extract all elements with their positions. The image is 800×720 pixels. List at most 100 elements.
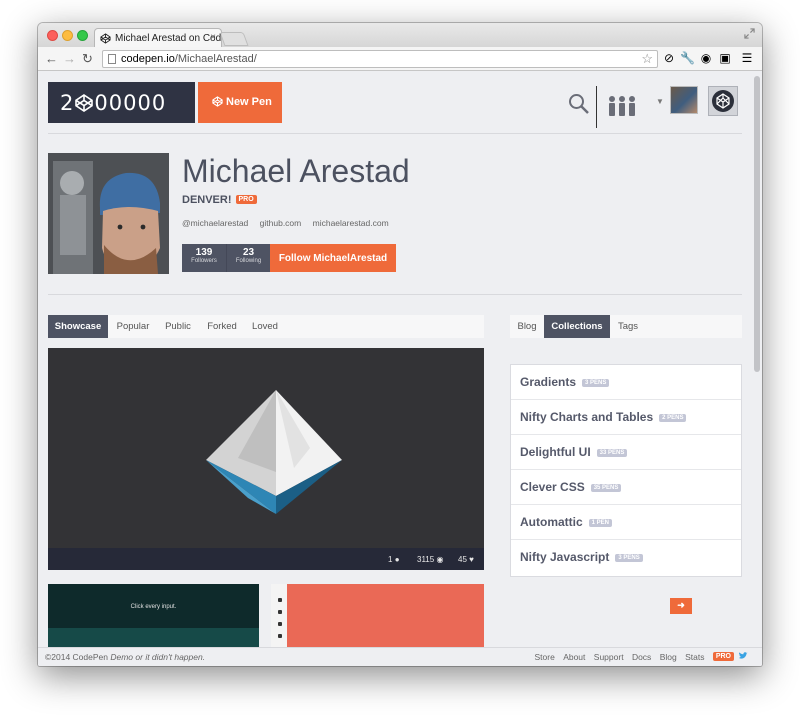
browser-tab[interactable]: Michael Arestad on CodeP × <box>94 28 222 47</box>
followers-stat[interactable]: 139 Followers <box>182 244 226 272</box>
heart-icon: ♥ <box>469 555 474 564</box>
tab-title: Michael Arestad on CodeP <box>115 33 222 44</box>
bookmark-star-icon[interactable]: ☆ <box>641 51 653 67</box>
footer-link-stats[interactable]: Stats <box>685 652 704 662</box>
comment-icon: ● <box>394 555 400 564</box>
followers-count: 139 <box>195 247 213 258</box>
collection-item[interactable]: Automattic 1 PEN <box>511 505 741 540</box>
tab-collections[interactable]: Collections <box>544 315 610 338</box>
thumbnail-text: Click every input. <box>130 604 177 610</box>
search-icon[interactable] <box>568 93 590 115</box>
url-host: codepen.io <box>121 53 175 65</box>
footer-tagline: Demo or it didn't happen. <box>110 652 206 662</box>
menu-icon[interactable]: ☰ <box>740 51 754 65</box>
toolbar-dot-icon <box>278 622 282 626</box>
github-link[interactable]: github.com <box>260 218 302 228</box>
collections-list: Gradients 3 PENS Nifty Charts and Tables 2… <box>510 364 742 577</box>
twitter-icon[interactable] <box>738 651 748 661</box>
footer-link-blog[interactable]: Blog <box>660 652 677 662</box>
pen-thumbnail[interactable]: Click every input. <box>48 584 259 654</box>
footer-link-store[interactable]: Store <box>534 652 554 662</box>
collection-item[interactable]: Nifty Charts and Tables 2 PENS <box>511 400 741 435</box>
pyramid-illustration <box>206 390 342 514</box>
profile-name: Michael Arestad <box>182 153 410 189</box>
footer-link-about[interactable]: About <box>563 652 585 662</box>
tab-forked[interactable]: Forked <box>200 315 244 338</box>
minimize-window-button[interactable] <box>62 30 73 41</box>
comments-count: 1 <box>388 555 393 564</box>
user-avatar[interactable] <box>670 86 698 114</box>
address-bar[interactable]: codepen.io/MichaelArestad/ ☆ <box>102 50 658 68</box>
collection-item[interactable]: Clever CSS 35 PENS <box>511 470 741 505</box>
header-divider <box>596 86 597 128</box>
new-pen-label: New Pen <box>226 96 272 108</box>
reload-icon[interactable]: ↻ <box>82 52 93 66</box>
tab-popular[interactable]: Popular <box>110 315 156 338</box>
camera-icon[interactable]: ▣ <box>718 51 732 65</box>
tab-showcase[interactable]: Showcase <box>48 315 108 338</box>
toolbar-dot-icon <box>278 634 282 638</box>
url-path: /MichaelArestad/ <box>174 53 257 65</box>
back-icon[interactable]: ← <box>45 52 58 66</box>
toolbar-dot-icon <box>278 610 282 614</box>
profile-location: DENVER! PRO <box>182 194 257 206</box>
twitter-link[interactable]: @michaelarestad <box>182 218 248 228</box>
following-stat[interactable]: 23 Following <box>226 244 270 272</box>
chevron-down-icon[interactable]: ▼ <box>656 97 664 106</box>
new-tab-button[interactable] <box>219 32 249 46</box>
cookie-icon[interactable]: ◉ <box>699 51 713 65</box>
copyright-text: ©2014 CodePen <box>45 652 108 662</box>
collection-item[interactable]: Gradients 3 PENS <box>511 365 741 400</box>
zoom-window-button[interactable] <box>77 30 88 41</box>
people-icon[interactable] <box>607 95 637 117</box>
collection-name: Nifty Charts and Tables <box>520 410 654 424</box>
codepen-menu-button[interactable] <box>708 86 738 116</box>
follow-button[interactable]: Follow MichaelArestad <box>270 244 396 272</box>
pen-tabs: Showcase Popular Public Forked Loved <box>48 315 484 338</box>
following-count: 23 <box>242 247 255 258</box>
browser-toolbar: ← → ↻ codepen.io/MichaelArestad/ ☆ ⊘ 🔧 ◉… <box>38 47 762 71</box>
tab-public[interactable]: Public <box>158 315 198 338</box>
collection-count-badge: 3 PENS <box>582 379 610 387</box>
codepen-icon <box>212 96 223 107</box>
page-content: 2 00000 New Pen ▼ Michael Arestad DENVER… <box>38 72 762 666</box>
collection-name: Automattic <box>520 515 583 529</box>
browser-window: Michael Arestad on CodeP × ← → ↻ codepen… <box>38 23 762 666</box>
codepen-logo[interactable]: 2 00000 <box>48 82 195 123</box>
more-collections-button[interactable]: ➜ <box>670 598 692 614</box>
divider <box>48 133 742 134</box>
forward-icon[interactable]: → <box>63 52 76 66</box>
collection-count-badge: 35 PENS <box>590 484 622 492</box>
footer-links: Store About Support Docs Blog Stats PRO <box>528 652 734 662</box>
wrench-icon[interactable]: 🔧 <box>680 51 695 65</box>
tab-close-icon[interactable]: × <box>210 32 216 43</box>
views-count: 3115 <box>417 555 435 564</box>
scrollbar[interactable] <box>754 76 760 372</box>
extension-circle-icon[interactable]: ⊘ <box>662 51 676 65</box>
collection-item[interactable]: Delightful UI 33 PENS <box>511 435 741 470</box>
fullscreen-icon[interactable] <box>744 28 755 39</box>
collection-item[interactable]: Nifty Javascript 3 PENS <box>511 540 741 575</box>
showcase-pen[interactable]: 1 ● 3115 ◉ 45 ♥ <box>48 348 484 570</box>
divider <box>48 294 742 295</box>
footer-pro-badge[interactable]: PRO <box>712 652 734 661</box>
thumbnail-toolbar <box>271 584 287 654</box>
footer-copyright: ©2014 CodePen Demo or it didn't happen. <box>45 652 205 662</box>
website-link[interactable]: michaelarestad.com <box>313 218 389 228</box>
tab-loved[interactable]: Loved <box>246 315 284 338</box>
pen-thumbnail[interactable] <box>272 584 484 654</box>
browser-tabstrip: Michael Arestad on CodeP × <box>38 23 762 47</box>
collection-count-badge: 3 PENS <box>615 554 643 562</box>
toolbar-dot-icon <box>278 598 282 602</box>
comments-stat: 1 ● <box>388 555 400 564</box>
footer: ©2014 CodePen Demo or it didn't happen. … <box>38 647 762 666</box>
new-pen-button[interactable]: New Pen <box>198 82 282 123</box>
collection-count-badge: 33 PENS <box>596 449 628 457</box>
collection-name: Nifty Javascript <box>520 550 610 564</box>
page-icon <box>108 54 116 64</box>
footer-link-support[interactable]: Support <box>594 652 624 662</box>
tab-tags[interactable]: Tags <box>612 315 644 338</box>
close-window-button[interactable] <box>47 30 58 41</box>
tab-blog[interactable]: Blog <box>510 315 544 338</box>
footer-link-docs[interactable]: Docs <box>632 652 651 662</box>
